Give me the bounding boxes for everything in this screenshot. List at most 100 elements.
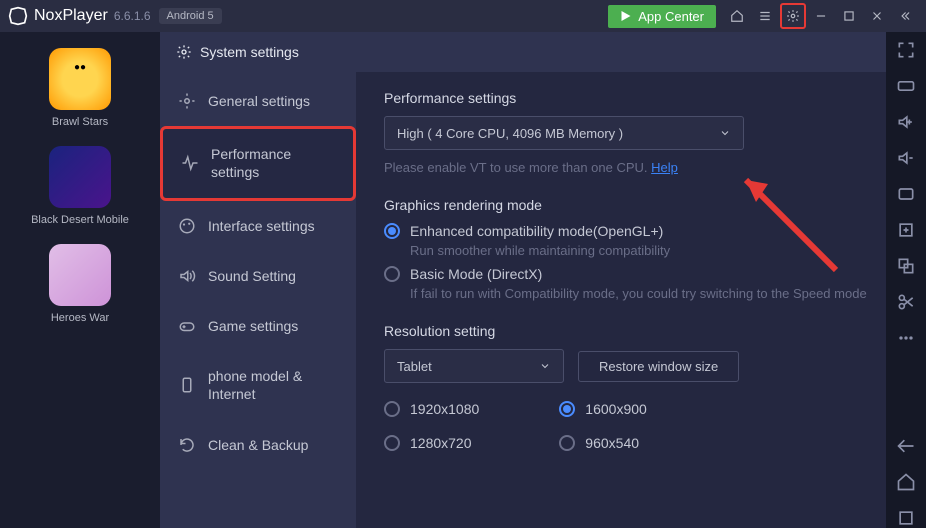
minimize-button[interactable] (808, 3, 834, 29)
sidebar-item-label: Game settings (208, 317, 298, 335)
sidebar-item-clean[interactable]: Clean & Backup (160, 420, 356, 470)
settings-panel: System settings General settings Perform… (160, 32, 926, 528)
menu-button[interactable] (752, 3, 778, 29)
settings-sidebar: General settings Performance settings In… (160, 72, 356, 528)
chevron-down-icon (539, 360, 551, 372)
help-link[interactable]: Help (651, 160, 678, 175)
home-icon[interactable] (896, 472, 916, 492)
app-label: Heroes War (51, 312, 109, 324)
sidebar-item-label: Sound Setting (208, 267, 296, 285)
sidebar-item-label: Clean & Backup (208, 436, 308, 454)
settings-title: System settings (200, 44, 299, 60)
restore-window-button[interactable]: Restore window size (578, 351, 739, 382)
sidebar-item-phone[interactable]: phone model & Internet (160, 351, 356, 419)
radio-icon (384, 223, 400, 239)
settings-content: Performance settings High ( 4 Core CPU, … (356, 72, 926, 528)
screenshot-icon[interactable] (896, 184, 916, 204)
nox-logo-icon (8, 6, 28, 26)
radio-icon (384, 266, 400, 282)
app-label: Black Desert Mobile (31, 214, 129, 226)
app-icon (49, 146, 111, 208)
radio-label: 960x540 (585, 435, 639, 451)
graphics-opengl-sub: Run smoother while maintaining compatibi… (410, 243, 898, 258)
volume-up-icon[interactable] (896, 112, 916, 132)
dropdown-value: Tablet (397, 359, 432, 374)
refresh-icon (178, 436, 196, 454)
gear-icon (786, 9, 800, 23)
multi-instance-icon[interactable] (896, 256, 916, 276)
collapse-button[interactable] (892, 3, 918, 29)
app-item-brawl-stars[interactable]: Brawl Stars (49, 48, 111, 128)
sidebar-item-game[interactable]: Game settings (160, 301, 356, 351)
main: Brawl Stars Black Desert Mobile Heroes W… (0, 32, 926, 528)
maximize-button[interactable] (836, 3, 862, 29)
radio-icon (384, 401, 400, 417)
resolution-1600-radio[interactable]: 1600x900 (559, 401, 647, 417)
settings-header: System settings (160, 32, 926, 72)
resolution-title: Resolution setting (384, 323, 898, 339)
android-badge: Android 5 (159, 8, 222, 24)
resolution-dropdown[interactable]: Tablet (384, 349, 564, 383)
performance-title: Performance settings (384, 90, 898, 106)
radio-label: Basic Mode (DirectX) (410, 266, 542, 282)
game-icon (178, 317, 196, 335)
more-icon[interactable] (896, 328, 916, 348)
app-icon (49, 244, 111, 306)
radio-icon (559, 435, 575, 451)
keyboard-icon[interactable] (896, 76, 916, 96)
fullscreen-icon[interactable] (896, 40, 916, 60)
dropdown-value: High ( 4 Core CPU, 4096 MB Memory ) (397, 126, 623, 141)
product-name: NoxPlayer (34, 7, 108, 25)
sidebar-item-label: phone model & Internet (208, 367, 338, 403)
recent-icon[interactable] (896, 508, 916, 528)
scissors-icon[interactable] (896, 292, 916, 312)
palette-icon (178, 217, 196, 235)
sidebar-item-label: Interface settings (208, 217, 315, 235)
app-center-button[interactable]: App Center (608, 5, 716, 28)
resolution-1920-radio[interactable]: 1920x1080 (384, 401, 479, 417)
sidebar-item-label: General settings (208, 92, 310, 110)
vt-hint: Please enable VT to use more than one CP… (384, 160, 898, 175)
sidebar-item-interface[interactable]: Interface settings (160, 201, 356, 251)
right-toolbar (886, 32, 926, 528)
phone-icon (178, 376, 196, 394)
home-button[interactable] (724, 3, 750, 29)
radio-icon (559, 401, 575, 417)
version-text: 6.6.1.6 (114, 9, 151, 23)
app-item-heroes-war[interactable]: Heroes War (49, 244, 111, 324)
sound-icon (178, 267, 196, 285)
radio-label: Enhanced compatibility mode(OpenGL+) (410, 223, 663, 239)
graphics-title: Graphics rendering mode (384, 197, 898, 213)
resolution-960-radio[interactable]: 960x540 (559, 435, 647, 451)
app-label: Brawl Stars (52, 116, 108, 128)
graphics-opengl-radio[interactable]: Enhanced compatibility mode(OpenGL+) (384, 223, 898, 239)
app-center-label: App Center (638, 9, 704, 24)
sidebar-item-general[interactable]: General settings (160, 76, 356, 126)
chevron-down-icon (719, 127, 731, 139)
graphics-directx-sub: If fail to run with Compatibility mode, … (410, 286, 898, 301)
settings-gear-button[interactable] (780, 3, 806, 29)
sidebar-item-sound[interactable]: Sound Setting (160, 251, 356, 301)
volume-down-icon[interactable] (896, 148, 916, 168)
sidebar-item-performance[interactable]: Performance settings (160, 126, 356, 200)
apps-column: Brawl Stars Black Desert Mobile Heroes W… (0, 32, 160, 528)
pulse-icon (181, 154, 199, 172)
gear-icon (178, 92, 196, 110)
radio-icon (384, 435, 400, 451)
radio-label: 1920x1080 (410, 401, 479, 417)
radio-label: 1600x900 (585, 401, 647, 417)
gear-icon (176, 44, 192, 60)
app-icon (49, 48, 111, 110)
graphics-directx-radio[interactable]: Basic Mode (DirectX) (384, 266, 898, 282)
apk-icon[interactable] (896, 220, 916, 240)
sidebar-item-label: Performance settings (211, 145, 335, 181)
resolution-1280-radio[interactable]: 1280x720 (384, 435, 479, 451)
titlebar: NoxPlayer 6.6.1.6 Android 5 App Center (0, 0, 926, 32)
performance-dropdown[interactable]: High ( 4 Core CPU, 4096 MB Memory ) (384, 116, 744, 150)
logo: NoxPlayer 6.6.1.6 (8, 6, 151, 26)
back-icon[interactable] (896, 436, 916, 456)
radio-label: 1280x720 (410, 435, 472, 451)
close-button[interactable] (864, 3, 890, 29)
app-item-black-desert[interactable]: Black Desert Mobile (31, 146, 129, 226)
play-icon (620, 10, 632, 22)
